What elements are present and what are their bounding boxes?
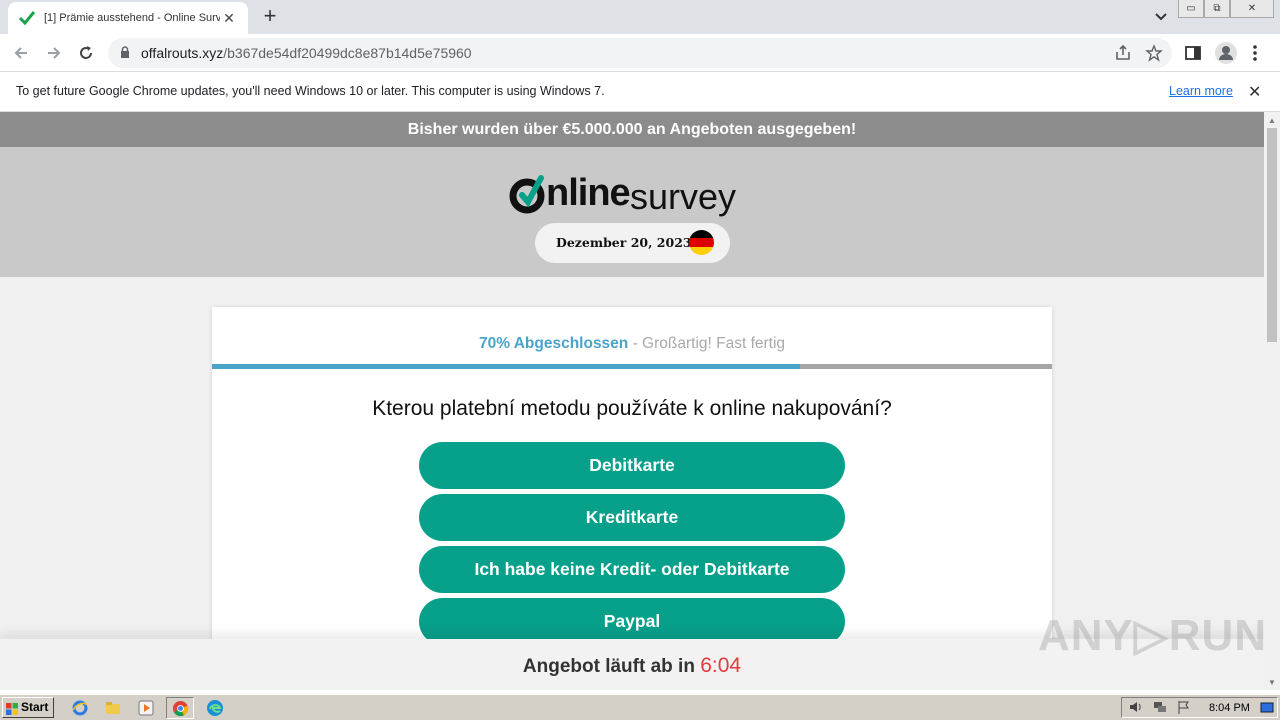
close-window-button[interactable]: ✕ xyxy=(1230,0,1274,18)
survey-header: nline survey Dezember 20, 2023 xyxy=(0,147,1264,277)
new-tab-button[interactable]: + xyxy=(258,5,282,29)
progress-bar xyxy=(212,364,1052,369)
update-infobar: To get future Google Chrome updates, you… xyxy=(0,72,1280,112)
share-icon[interactable] xyxy=(1114,44,1132,62)
web-page: Bisher wurden über €5.000.000 an Angebot… xyxy=(0,112,1264,690)
progress-label: 70% Abgeschlossen - Großartig! Fast fert… xyxy=(212,335,1052,353)
infobar-message: To get future Google Chrome updates, you… xyxy=(16,84,605,98)
file-explorer-icon[interactable] xyxy=(104,699,122,717)
tab-search-chevron-icon[interactable] xyxy=(1152,9,1170,25)
window-controls: ▭ ⧉ ✕ xyxy=(1178,0,1274,20)
date-text: Dezember 20, 2023 xyxy=(556,235,692,250)
survey-card: 70% Abgeschlossen - Großartig! Fast fert… xyxy=(212,307,1052,690)
start-button[interactable]: Start xyxy=(2,697,54,718)
internet-explorer-icon[interactable] xyxy=(71,699,89,717)
online-survey-logo: nline survey xyxy=(508,164,758,217)
edge-icon[interactable] xyxy=(206,699,224,717)
progress-subtext: - Großartig! Fast fertig xyxy=(628,335,786,352)
progress-percent: 70% Abgeschlossen xyxy=(478,335,629,352)
page-scrollbar[interactable]: ▲ ▼ xyxy=(1264,112,1280,690)
show-desktop-icon[interactable] xyxy=(1259,699,1277,717)
logo-online-text: nline xyxy=(546,172,631,214)
restore-button[interactable]: ⧉ xyxy=(1204,0,1230,18)
anyrun-watermark: ANY▷RUN xyxy=(1038,611,1268,660)
option-debitkarte-button[interactable]: Debitkarte xyxy=(419,442,845,489)
action-center-flag-icon[interactable] xyxy=(1176,699,1194,717)
profile-avatar-icon[interactable] xyxy=(1214,41,1238,65)
start-label: Start xyxy=(21,700,49,714)
tab-strip: [1] Prämie ausstehend - Online Survey ✕ … xyxy=(0,0,1280,34)
address-bar[interactable]: offalrouts.xyz/b367de54df20499dc8e87b14d… xyxy=(108,38,1172,68)
minimize-button[interactable]: ▭ xyxy=(1178,0,1204,18)
taskbar-clock[interactable]: 8:04 PM xyxy=(1209,702,1250,714)
windows-logo-icon xyxy=(6,702,18,715)
option-paypal-button[interactable]: Paypal xyxy=(419,598,845,645)
bookmark-star-icon[interactable] xyxy=(1145,44,1163,62)
side-panel-icon[interactable] xyxy=(1184,44,1204,64)
reload-icon[interactable] xyxy=(75,42,97,64)
chrome-taskbar-icon[interactable] xyxy=(166,697,194,719)
media-player-icon[interactable] xyxy=(137,699,155,717)
lock-icon[interactable] xyxy=(120,46,130,64)
tab-close-icon[interactable]: ✕ xyxy=(220,10,238,27)
browser-toolbar: offalrouts.xyz/b367de54df20499dc8e87b14d… xyxy=(0,34,1280,72)
scroll-thumb[interactable] xyxy=(1267,128,1277,342)
checkmark-icon xyxy=(18,9,36,27)
menu-kebab-icon[interactable] xyxy=(1252,44,1272,64)
system-tray: 8:04 PM xyxy=(1121,697,1278,718)
progress-bar-fill xyxy=(212,364,800,369)
scroll-up-arrow-icon[interactable]: ▲ xyxy=(1268,116,1276,125)
network-icon[interactable] xyxy=(1152,699,1170,717)
infobar-close-icon[interactable]: ✕ xyxy=(1248,82,1261,102)
forward-icon[interactable] xyxy=(43,42,65,64)
volume-icon[interactable] xyxy=(1128,699,1146,717)
top-banner: Bisher wurden über €5.000.000 an Angebot… xyxy=(0,112,1264,147)
tab-title: [1] Prämie ausstehend - Online Survey xyxy=(44,12,220,24)
learn-more-link[interactable]: Learn more xyxy=(1169,84,1233,98)
url-text[interactable]: offalrouts.xyz/b367de54df20499dc8e87b14d… xyxy=(141,45,472,61)
date-badge: Dezember 20, 2023 xyxy=(535,223,730,263)
option-kreditkarte-button[interactable]: Kreditkarte xyxy=(419,494,845,541)
countdown-timer: 6:04 xyxy=(700,654,742,677)
scroll-down-arrow-icon[interactable]: ▼ xyxy=(1268,678,1276,687)
germany-flag-icon xyxy=(689,230,714,255)
browser-tab[interactable]: [1] Prämie ausstehend - Online Survey ✕ xyxy=(8,2,248,34)
logo-survey-text: survey xyxy=(630,176,737,217)
survey-question: Kterou platební metodu používáte k onlin… xyxy=(372,397,892,420)
option-no-card-button[interactable]: Ich habe keine Kredit- oder Debitkarte xyxy=(419,546,845,593)
back-icon[interactable] xyxy=(10,42,32,64)
windows-taskbar: Start 8:04 PM xyxy=(0,694,1280,720)
